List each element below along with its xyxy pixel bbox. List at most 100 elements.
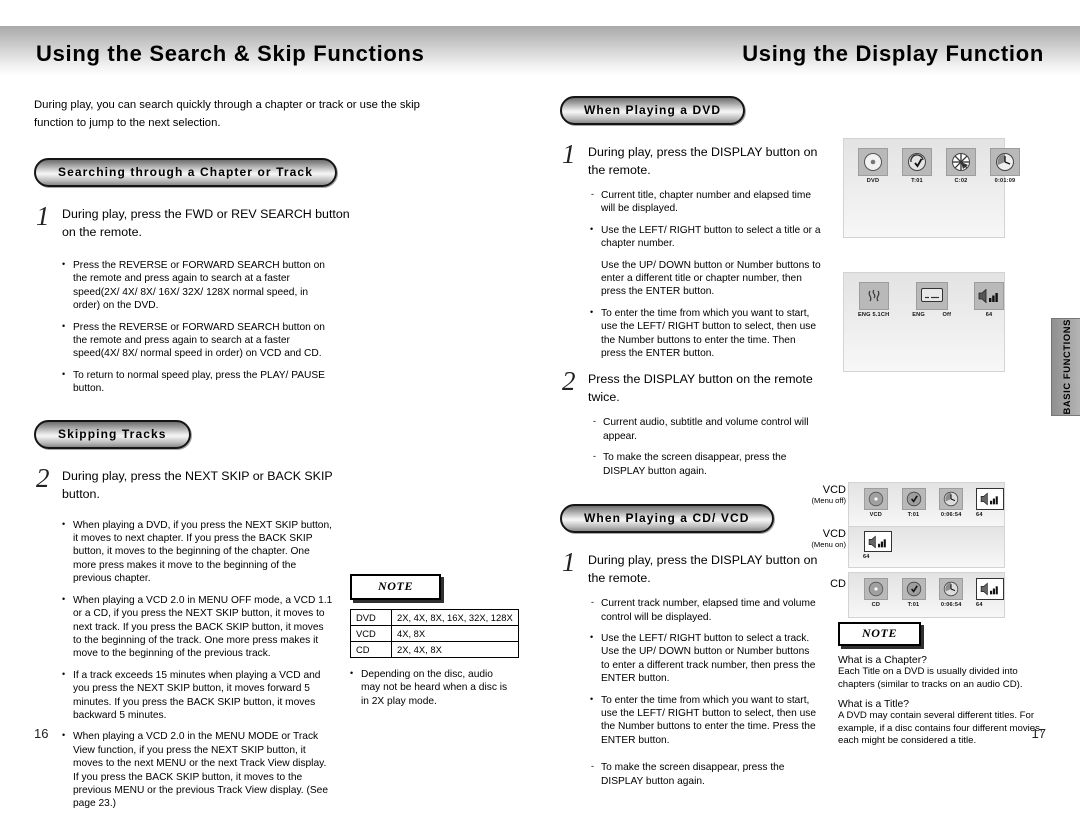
clock-icon xyxy=(939,578,964,600)
skip-bullet-list: When playing a DVD, if you press the NEX… xyxy=(62,518,334,811)
search-bullet-list: Press the REVERSE or FORWARD SEARCH butt… xyxy=(62,258,330,396)
audio-icon xyxy=(858,282,889,310)
osd-icon-row: DVD T:01 C:02 0:01:09 xyxy=(844,139,1020,184)
list-item: Press the REVERSE or FORWARD SEARCH butt… xyxy=(62,258,330,313)
osd-item-track: T:01 xyxy=(901,578,927,608)
osd-item-title: T:01 xyxy=(902,148,932,184)
osd-icon-row: ENG 5.1CH ENG Off 64 xyxy=(844,273,1004,318)
osd-label: C:02 xyxy=(954,178,968,184)
note-answer-chapter: Each Title on a DVD is usually divided i… xyxy=(838,666,1023,690)
step-text: Press the DISPLAY button on the remote t… xyxy=(588,372,813,405)
step-2-dvd: 2 Press the DISPLAY button on the remote… xyxy=(560,366,836,406)
osd-caption-vcd-menu-on: VCD (Menu on) xyxy=(798,528,846,549)
section-heading-when-playing-cd-vcd: When Playing a CD/ VCD xyxy=(560,504,774,534)
volume-icon xyxy=(976,578,1005,600)
osd-item-disc: VCD xyxy=(863,488,889,518)
step-2-skip: 2 During play, press the NEXT SKIP or BA… xyxy=(34,463,362,503)
osd-item-volume: 64 xyxy=(976,578,1005,608)
step-text: During play, press the FWD or REV SEARCH… xyxy=(62,207,350,239)
osd-label: T:01 xyxy=(907,512,920,518)
disc-icon xyxy=(863,488,888,510)
step-text: During play, press the DISPLAY button on… xyxy=(588,553,818,586)
list-item: To enter the time from which you want to… xyxy=(590,693,818,748)
cdvcd-step1-dash-list-2: To make the screen disappear, press the … xyxy=(590,760,818,788)
osd-panel-dvd-2: ENG 5.1CH ENG Off 64 xyxy=(843,272,1005,372)
cell-speeds: 2X, 4X, 8X, 16X, 32X, 128X xyxy=(391,609,519,626)
osd-label: 0:06:54 xyxy=(940,512,962,518)
osd-item-time: 0:06:54 xyxy=(938,488,964,518)
step-number: 1 xyxy=(562,139,576,169)
disc-icon xyxy=(858,148,888,176)
note-question-chapter: What is a Chapter? xyxy=(838,655,927,666)
osd-label-subtitle-state: Off xyxy=(942,312,952,318)
osd-caption-main: VCD xyxy=(822,528,846,540)
cdvcd-step1-bullet-list: Use the LEFT/ RIGHT button to select a t… xyxy=(590,631,818,748)
step-text: During play, press the NEXT SKIP or BACK… xyxy=(62,468,333,501)
osd-label: ENG 5.1CH xyxy=(858,312,890,318)
osd-icon-row: CD T:01 0:06:54 64 xyxy=(849,573,1005,608)
step-text: During play, press the DISPLAY button on… xyxy=(588,145,818,177)
page-number-left: 16 xyxy=(34,726,49,741)
step-1-search: 1 During play, press the FWD or REV SEAR… xyxy=(34,201,362,241)
list-item: Press the REVERSE or FORWARD SEARCH butt… xyxy=(62,320,330,361)
volume-icon xyxy=(976,488,1005,510)
list-item: Current audio, subtitle and volume contr… xyxy=(592,415,820,443)
disc-icon xyxy=(863,578,888,600)
list-item: If a track exceeds 15 minutes when playi… xyxy=(62,668,334,723)
list-item: When playing a VCD 2.0 in the MENU MODE … xyxy=(62,729,334,810)
osd-label: 64 xyxy=(985,312,993,318)
osd-panel-vcd-menu-on: 64 xyxy=(848,526,1005,568)
cell-speeds: 2X, 4X, 8X xyxy=(391,641,519,658)
clock-icon xyxy=(939,488,964,510)
osd-item-volume: 64 xyxy=(974,282,1004,318)
osd-panel-vcd-menu-off: VCD T:01 0:06:54 64 xyxy=(848,482,1005,528)
step-number: 1 xyxy=(562,547,576,578)
cell-disc: DVD xyxy=(350,609,392,626)
track-icon xyxy=(901,488,926,510)
table-row: VCD 4X, 8X xyxy=(350,625,519,642)
osd-panel-cd: CD T:01 0:06:54 64 xyxy=(848,572,1005,618)
osd-item-time: 0:06:54 xyxy=(938,578,964,608)
subtitle-icon xyxy=(915,282,948,310)
cdvcd-step1-dash-list: Current track number, elapsed time and v… xyxy=(590,596,818,624)
volume-icon xyxy=(974,282,1004,310)
list-item: To return to normal speed play, press th… xyxy=(62,368,330,396)
osd-caption-sub: (Menu on) xyxy=(811,540,846,549)
step-1-dvd: 1 During play, press the DISPLAY button … xyxy=(560,139,833,179)
osd-caption-vcd-menu-off: VCD (Menu off) xyxy=(798,484,846,505)
dvd-step2-dash-list: Current audio, subtitle and volume contr… xyxy=(592,415,820,478)
chapter-icon xyxy=(946,148,976,176)
osd-item-volume: 64 xyxy=(863,531,893,560)
osd-label: 64 xyxy=(976,602,983,608)
cell-disc: CD xyxy=(350,641,392,658)
intro-paragraph: During play, you can search quickly thro… xyxy=(34,99,420,129)
osd-item-volume: 64 xyxy=(976,488,1005,518)
osd-item-track: T:01 xyxy=(901,488,927,518)
osd-caption-sub: (Menu off) xyxy=(811,496,846,505)
list-item: Use the LEFT/ RIGHT button to select a t… xyxy=(590,631,818,686)
list-item: Current title, chapter number and elapse… xyxy=(590,188,820,216)
note-question-title: What is a Title? xyxy=(838,699,910,711)
page-title-left: Using the Search & Skip Functions xyxy=(36,41,425,66)
section-heading-when-playing-dvd: When Playing a DVD xyxy=(560,96,746,125)
osd-caption-main: VCD xyxy=(822,484,846,496)
list-item: Use the LEFT/ RIGHT button to select a t… xyxy=(590,223,822,251)
dvd-step1-plain-note: Use the UP/ DOWN button or Number button… xyxy=(590,259,822,299)
side-tab-line1: BASIC xyxy=(1060,382,1072,415)
cell-disc: VCD xyxy=(350,625,392,642)
osd-label: VCD xyxy=(869,512,883,518)
osd-label-audio-lang: ENG xyxy=(912,312,925,318)
note-block-left: NOTE DVD 2X, 4X, 8X, 16X, 32X, 128X VCD … xyxy=(350,574,520,716)
step-1-cdvcd: 1 During play, press the DISPLAY button … xyxy=(560,547,833,587)
step-number: 2 xyxy=(36,462,50,493)
dvd-step1-bullet-list: Use the LEFT/ RIGHT button to select a t… xyxy=(590,223,822,251)
list-item: Depending on the disc, audio may not be … xyxy=(350,667,510,708)
osd-item-chapter: C:02 xyxy=(946,148,976,184)
dvd-step1-bullet-list-2: To enter the time from which you want to… xyxy=(590,306,822,361)
osd-label: 0:01:09 xyxy=(994,178,1016,184)
note-answer-title: A DVD may contain several different titl… xyxy=(838,710,1043,747)
table-row: CD 2X, 4X, 8X xyxy=(350,641,519,658)
note-block-right: NOTE What is a Chapter? Each Title on a … xyxy=(838,622,1043,748)
note-label: NOTE xyxy=(838,622,922,646)
title-icon xyxy=(902,148,932,176)
